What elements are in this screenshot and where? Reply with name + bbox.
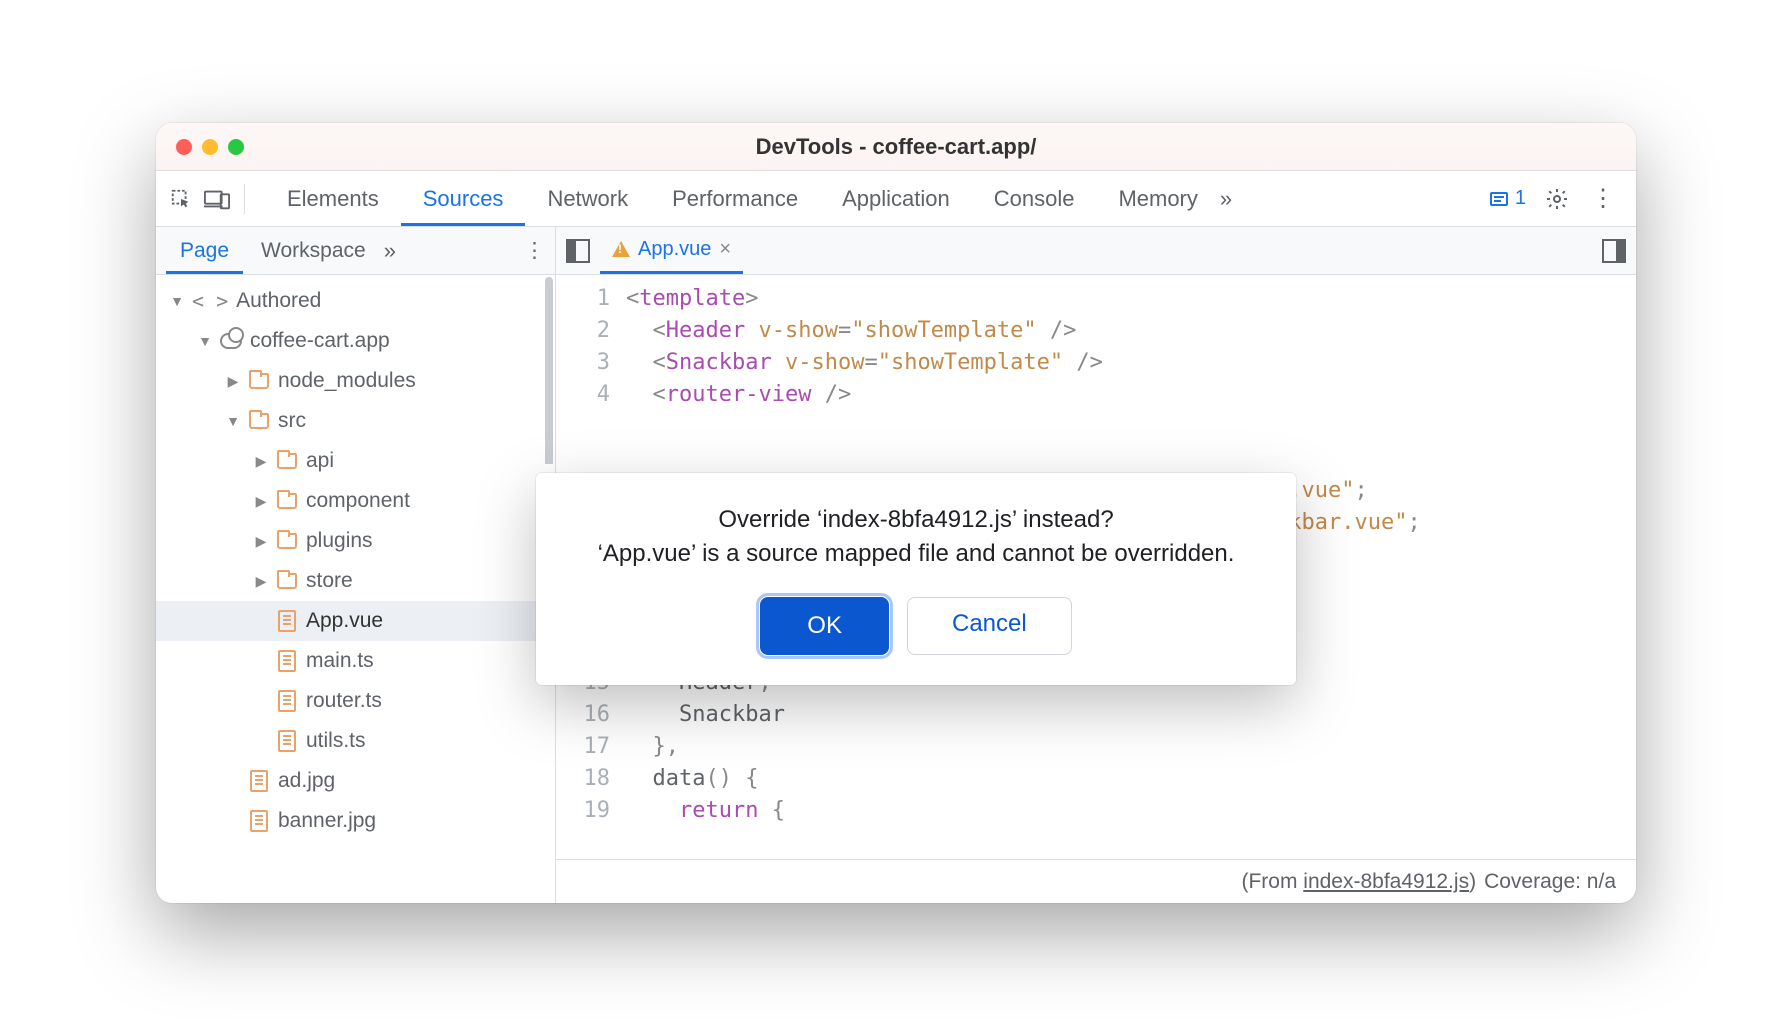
file-icon <box>278 610 296 632</box>
file-icon <box>278 690 296 712</box>
cancel-button[interactable]: Cancel <box>907 597 1072 655</box>
editor-tabs-right <box>1602 239 1626 263</box>
devtools-window: DevTools - coffee-cart.app/ Elements Sou… <box>156 123 1636 903</box>
tab-performance[interactable]: Performance <box>650 172 820 226</box>
navigator-tab-workspace[interactable]: Workspace <box>247 228 380 274</box>
titlebar: DevTools - coffee-cart.app/ <box>156 123 1636 171</box>
file-icon <box>278 730 296 752</box>
toggle-navigator-icon[interactable] <box>566 239 590 263</box>
folder-icon <box>249 413 269 429</box>
navigator-sidebar: Page Workspace » ⋮ ▼< >Authored ▼coffee-… <box>156 227 556 903</box>
file-icon <box>278 650 296 672</box>
tree-file-main-ts[interactable]: main.ts <box>156 641 555 681</box>
tree-folder-node-modules[interactable]: ▶node_modules <box>156 361 555 401</box>
toggle-debugger-icon[interactable] <box>1602 239 1626 263</box>
dialog-buttons: OK Cancel <box>570 597 1262 655</box>
issues-badge[interactable]: 1 <box>1489 187 1526 210</box>
tree-folder-store[interactable]: ▶store <box>156 561 555 601</box>
ok-button[interactable]: OK <box>760 597 889 655</box>
tree-authored[interactable]: ▼< >Authored <box>156 281 555 321</box>
navigator-kebab-icon[interactable]: ⋮ <box>524 238 545 263</box>
editor-statusbar: (From index-8bfa4912.js) Coverage: n/a <box>556 859 1636 903</box>
navigator-more-tabs-icon[interactable]: » <box>384 238 396 264</box>
folder-icon <box>277 453 297 469</box>
file-icon <box>250 770 268 792</box>
tree-file-router-ts[interactable]: router.ts <box>156 681 555 721</box>
editor-tab-app-vue[interactable]: App.vue × <box>600 228 743 274</box>
sourcemap-link[interactable]: index-8bfa4912.js <box>1303 870 1469 893</box>
navigator-menu: ⋮ <box>524 238 545 263</box>
folder-icon <box>277 573 297 589</box>
dialog-line-1: Override ‘index-8bfa4912.js’ instead? <box>570 503 1262 537</box>
tab-application[interactable]: Application <box>820 172 972 226</box>
tab-memory[interactable]: Memory <box>1096 172 1219 226</box>
more-tabs-icon[interactable]: » <box>1220 186 1232 212</box>
close-tab-icon[interactable]: × <box>719 238 731 261</box>
file-icon <box>250 810 268 832</box>
tree-file-utils-ts[interactable]: utils.ts <box>156 721 555 761</box>
warning-icon <box>612 241 630 257</box>
tab-console[interactable]: Console <box>972 172 1097 226</box>
sourcemap-from: (From index-8bfa4912.js) <box>1241 870 1476 894</box>
tree-domain[interactable]: ▼coffee-cart.app <box>156 321 555 361</box>
folder-icon <box>277 533 297 549</box>
kebab-menu-icon[interactable]: ⋮ <box>1588 184 1618 214</box>
coverage-status: Coverage: n/a <box>1484 870 1616 894</box>
issues-count: 1 <box>1515 187 1526 210</box>
tree-folder-api[interactable]: ▶api <box>156 441 555 481</box>
folder-icon <box>249 373 269 389</box>
panel-tabs: Elements Sources Network Performance App… <box>265 172 1483 226</box>
inspect-icon[interactable] <box>166 184 196 214</box>
folder-icon <box>277 493 297 509</box>
tab-sources[interactable]: Sources <box>401 172 526 226</box>
main-toolbar: Elements Sources Network Performance App… <box>156 171 1636 227</box>
tab-elements[interactable]: Elements <box>265 172 401 226</box>
tree-file-banner-jpg[interactable]: banner.jpg <box>156 801 555 841</box>
tree-file-app-vue[interactable]: App.vue <box>156 601 555 641</box>
dialog-line-2: ‘App.vue’ is a source mapped file and ca… <box>570 537 1262 571</box>
divider <box>244 184 245 214</box>
settings-icon[interactable] <box>1542 184 1572 214</box>
override-dialog: Override ‘index-8bfa4912.js’ instead? ‘A… <box>536 473 1296 685</box>
tree-folder-component[interactable]: ▶component <box>156 481 555 521</box>
tree-folder-src[interactable]: ▼src <box>156 401 555 441</box>
editor-tab-label: App.vue <box>638 238 711 261</box>
navigator-tab-page[interactable]: Page <box>166 228 243 274</box>
navigator-tabs: Page Workspace » ⋮ <box>156 227 555 275</box>
editor-tabs: App.vue × <box>556 227 1636 275</box>
cloud-icon <box>220 333 242 349</box>
tab-network[interactable]: Network <box>525 172 650 226</box>
tree-folder-plugins[interactable]: ▶plugins <box>156 521 555 561</box>
window-title: DevTools - coffee-cart.app/ <box>156 134 1636 160</box>
toolbar-right: 1 ⋮ <box>1489 184 1626 214</box>
device-toggle-icon[interactable] <box>202 184 232 214</box>
tree-file-ad-jpg[interactable]: ad.jpg <box>156 761 555 801</box>
file-tree[interactable]: ▼< >Authored ▼coffee-cart.app ▶node_modu… <box>156 275 555 903</box>
